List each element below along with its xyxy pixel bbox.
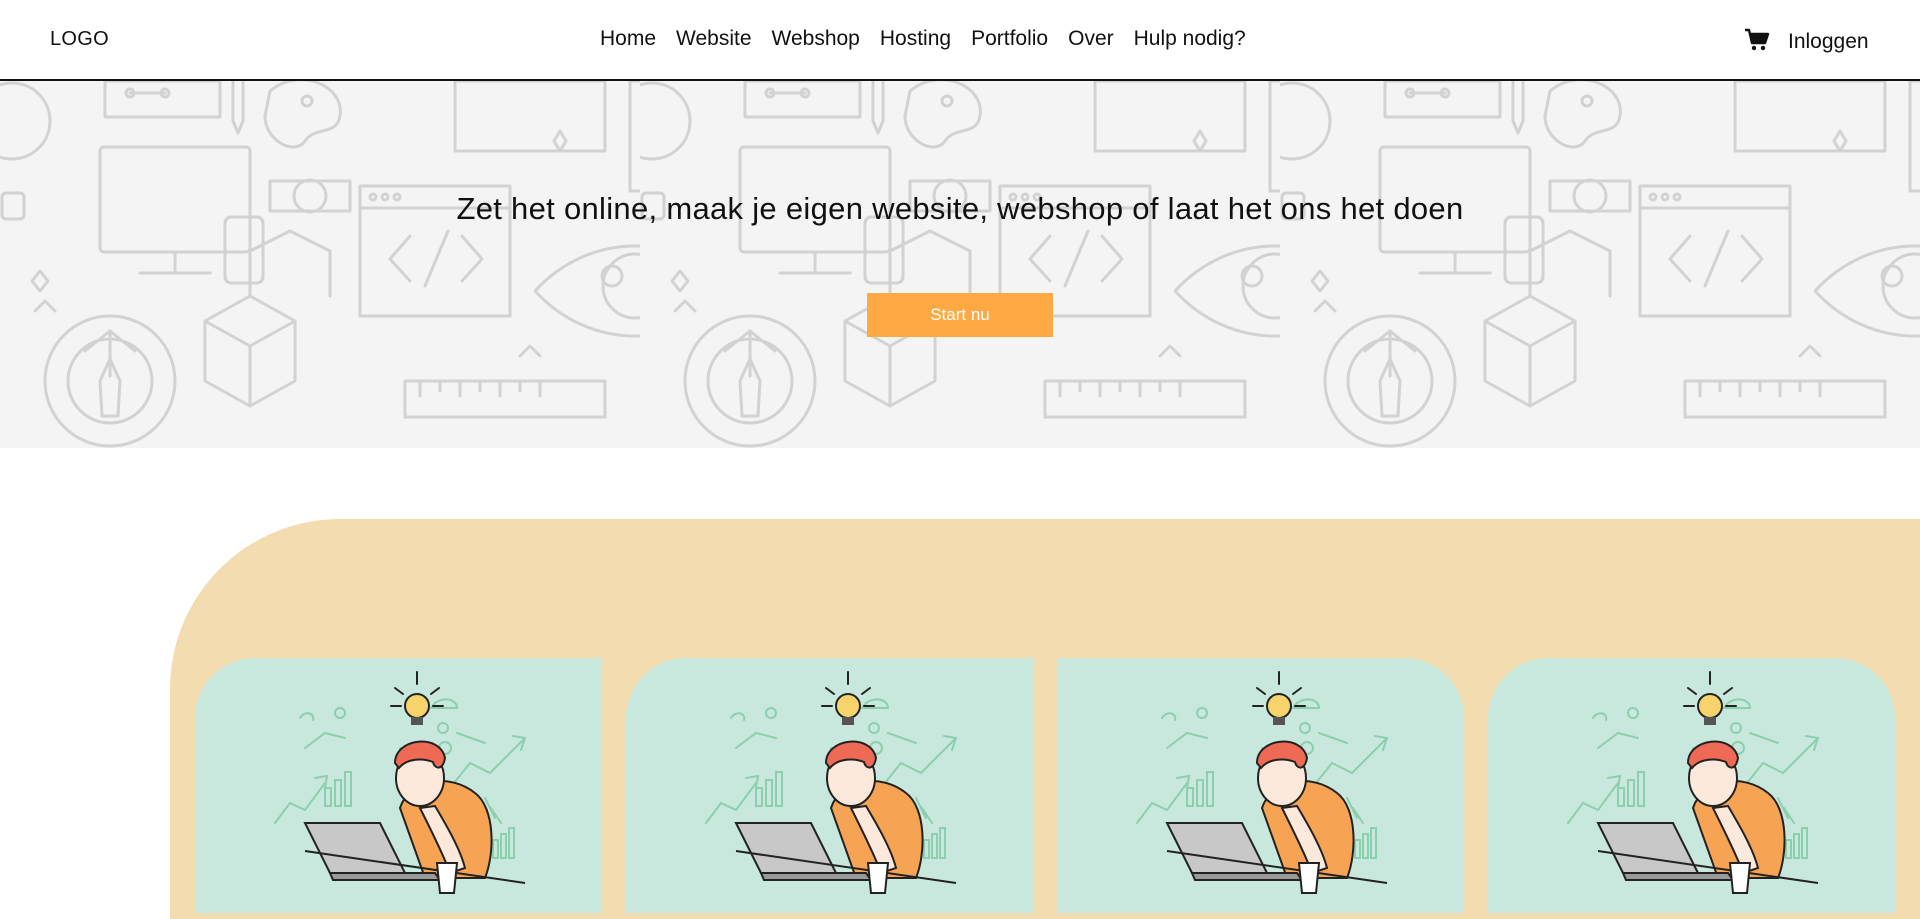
- hero-title: Zet het online, maak je eigen website, w…: [456, 191, 1464, 226]
- shopping-cart-icon[interactable]: [1744, 27, 1770, 53]
- nav-portfolio[interactable]: Portfolio: [971, 27, 1048, 51]
- logo[interactable]: LOGO: [50, 28, 109, 51]
- site-header: LOGO Home Website Webshop Hosting Portfo…: [0, 0, 1920, 81]
- nav-website[interactable]: Website: [676, 27, 751, 51]
- feature-card[interactable]: [1488, 658, 1895, 913]
- main-nav: Home Website Webshop Hosting Portfolio O…: [600, 27, 1246, 51]
- nav-webshop[interactable]: Webshop: [772, 27, 860, 51]
- nav-hosting[interactable]: Hosting: [880, 27, 951, 51]
- nav-home[interactable]: Home: [600, 27, 656, 51]
- thinking-person-laptop-illustration: [1136, 671, 1388, 894]
- thinking-person-laptop-illustration: [274, 671, 526, 894]
- nav-help[interactable]: Hulp nodig?: [1134, 27, 1246, 51]
- hero-section: Zet het online, maak je eigen website, w…: [0, 81, 1920, 448]
- feature-card[interactable]: [195, 658, 602, 913]
- feature-card[interactable]: [1057, 658, 1464, 913]
- feature-card[interactable]: [626, 658, 1033, 913]
- thinking-person-laptop-illustration: [705, 671, 957, 894]
- thinking-person-laptop-illustration: [1567, 671, 1819, 894]
- hero-background-pattern: [0, 81, 1920, 448]
- login-link[interactable]: Inloggen: [1788, 30, 1869, 54]
- nav-over[interactable]: Over: [1068, 27, 1114, 51]
- start-now-button[interactable]: Start nu: [867, 293, 1053, 337]
